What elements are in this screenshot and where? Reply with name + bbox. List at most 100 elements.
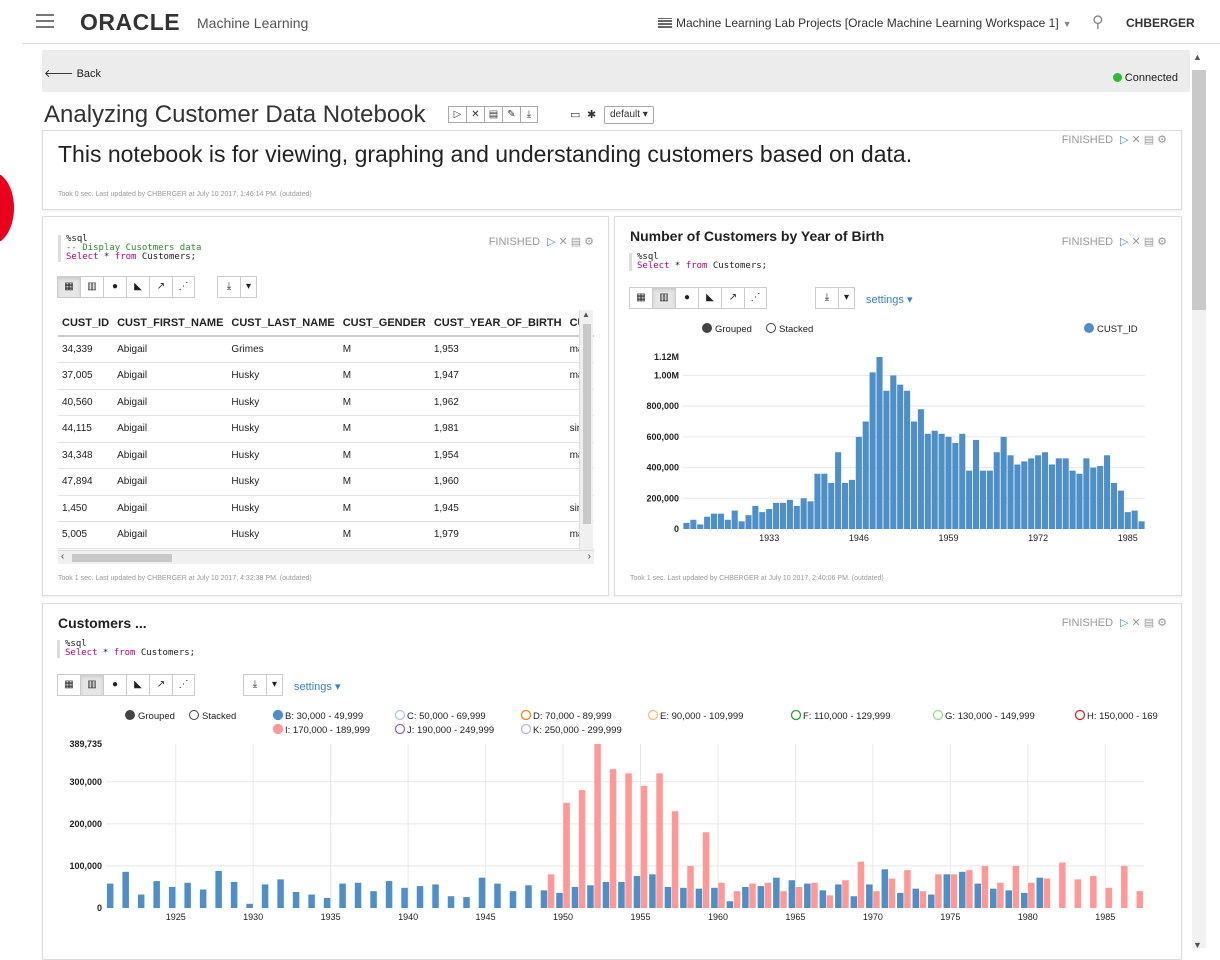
bar bbox=[710, 513, 718, 529]
sql-editor[interactable]: %sql -- Display Cusotmers data Select * … bbox=[58, 235, 201, 262]
settings-toggle[interactable]: settings ▾ bbox=[866, 293, 913, 306]
area-chart-icon[interactable]: ◣ bbox=[126, 276, 149, 298]
table-view-icon[interactable]: ▦ bbox=[57, 674, 80, 696]
bar bbox=[990, 888, 997, 908]
sql-editor[interactable]: %sql Select * from Customers; bbox=[629, 253, 767, 271]
table-row[interactable]: 5,005AbigailHuskyM1,979marr bbox=[58, 521, 594, 549]
gear-icon[interactable]: ⚙ bbox=[1157, 617, 1167, 629]
bar bbox=[1020, 892, 1028, 908]
pie-chart-icon[interactable]: ● bbox=[675, 287, 698, 309]
chevron-down-icon[interactable]: ▾ bbox=[240, 276, 257, 298]
line-chart-icon[interactable]: ↗ bbox=[149, 674, 172, 696]
chevron-left-icon[interactable]: ‹ bbox=[61, 551, 64, 562]
scroll-thumb[interactable] bbox=[72, 554, 172, 562]
run-icon[interactable]: ▷ bbox=[1120, 236, 1128, 248]
chevron-up-icon[interactable]: ▲ bbox=[1193, 52, 1202, 62]
table-view-icon[interactable]: ▦ bbox=[57, 276, 80, 298]
run-icon[interactable]: ▷ bbox=[1120, 134, 1128, 146]
table-cell: Abigail bbox=[113, 362, 228, 390]
export-button[interactable]: ⤓ bbox=[520, 106, 538, 123]
download-icon[interactable]: ⤓ bbox=[243, 674, 266, 696]
settings-toggle[interactable]: settings ▾ bbox=[294, 680, 341, 693]
bar bbox=[153, 881, 160, 908]
table-row[interactable]: 47,894 Abigail Husky M 1,960 bbox=[58, 468, 594, 496]
bar-chart-icon[interactable]: ▥ bbox=[80, 276, 103, 298]
column-header[interactable]: CUST_FIRST_NAME bbox=[113, 310, 228, 337]
scroll-thumb[interactable] bbox=[583, 324, 591, 524]
area-chart-icon[interactable]: ◣ bbox=[698, 287, 721, 309]
x-tick-label: 1975 bbox=[940, 912, 960, 922]
column-header[interactable]: CUST_LAST_NAME bbox=[227, 310, 339, 337]
table-horizontal-scrollbar[interactable]: ‹ › bbox=[58, 550, 594, 564]
bar bbox=[556, 892, 563, 908]
menu-icon[interactable] bbox=[36, 14, 54, 28]
run-icon[interactable]: ▷ bbox=[547, 236, 555, 248]
chevron-down-icon[interactable]: ▾ bbox=[266, 674, 283, 696]
table-row[interactable]: 37,005AbigailHuskyM1,947marr bbox=[58, 362, 594, 390]
clear-output-button[interactable]: ✎ bbox=[502, 106, 520, 123]
bar bbox=[749, 883, 756, 908]
pie-chart-icon[interactable]: ● bbox=[103, 276, 126, 298]
line-chart-icon[interactable]: ↗ bbox=[721, 287, 744, 309]
bar-chart-icon[interactable]: ▥ bbox=[652, 287, 675, 309]
bar bbox=[1083, 458, 1090, 529]
keyboard-icon[interactable]: ▭ bbox=[570, 108, 580, 121]
gear-icon[interactable]: ⚙ bbox=[1157, 134, 1167, 146]
column-header[interactable]: CUST_YEAR_OF_BIRTH bbox=[429, 310, 566, 337]
chevron-up-icon[interactable]: ▲ bbox=[582, 310, 590, 319]
scatter-chart-icon[interactable]: ⋰ bbox=[172, 276, 195, 298]
download-icon[interactable]: ⤓ bbox=[815, 287, 838, 309]
hide-output-button[interactable]: ▤ bbox=[484, 106, 502, 123]
column-header[interactable]: CUST_GENDER bbox=[338, 310, 430, 337]
area-chart-icon[interactable]: ◣ bbox=[126, 674, 149, 696]
chevron-down-icon[interactable]: ▼ bbox=[1193, 940, 1202, 950]
search-icon[interactable]: ⚲ bbox=[1092, 12, 1104, 32]
bar bbox=[261, 884, 269, 908]
bar bbox=[697, 524, 704, 529]
hide-code-button[interactable]: ✕ bbox=[466, 106, 484, 123]
chevron-down-icon[interactable]: ▾ bbox=[838, 287, 855, 309]
chevron-right-icon[interactable]: › bbox=[588, 551, 591, 562]
bar bbox=[1069, 470, 1076, 529]
table-row[interactable]: 34,348AbigailHuskyM1,954marr bbox=[58, 442, 594, 469]
gear-icon[interactable]: ✱ bbox=[587, 108, 596, 121]
run-icon[interactable]: ▷ bbox=[1120, 617, 1128, 629]
table-row[interactable]: 44,115AbigailHuskyM1,981sing bbox=[58, 415, 594, 443]
page-scrollbar[interactable]: ▲ ▼ bbox=[1190, 50, 1220, 960]
table-icon[interactable]: ▤ bbox=[571, 236, 581, 248]
table-row[interactable]: 34,339AbigailGrimesM1,953marr bbox=[58, 336, 594, 363]
gear-icon[interactable]: ⚙ bbox=[584, 236, 594, 248]
table-view-icon[interactable]: ▦ bbox=[629, 287, 652, 309]
hide-editor-icon[interactable]: ✕ bbox=[1132, 236, 1141, 248]
pie-chart-icon[interactable]: ● bbox=[103, 674, 126, 696]
table-icon[interactable]: ▤ bbox=[1144, 134, 1154, 146]
x-tick-label: 1980 bbox=[1018, 912, 1038, 922]
hide-editor-icon[interactable]: ✕ bbox=[559, 236, 568, 248]
hide-editor-icon[interactable]: ✕ bbox=[1132, 617, 1141, 629]
sql-editor[interactable]: %sql Select * from Customers; bbox=[57, 640, 195, 658]
project-selector[interactable]: Machine Learning Lab Projects [Oracle Ma… bbox=[658, 16, 1072, 30]
column-header[interactable]: CUST_ID bbox=[58, 310, 114, 337]
table-row[interactable]: 40,560 Abigail Husky M 1,962 bbox=[58, 389, 594, 416]
download-icon[interactable]: ⤓ bbox=[217, 276, 240, 298]
scroll-thumb[interactable] bbox=[1192, 70, 1206, 310]
table-row[interactable]: 1,450AbigailHuskyM1,945sing bbox=[58, 495, 594, 522]
bar bbox=[966, 470, 973, 529]
gear-icon[interactable]: ⚙ bbox=[1157, 236, 1167, 248]
interpreter-select[interactable]: default ▾ bbox=[604, 106, 654, 124]
user-menu[interactable]: CHBERGER bbox=[1126, 16, 1195, 30]
bar bbox=[919, 891, 927, 908]
table-icon[interactable]: ▤ bbox=[1144, 236, 1154, 248]
table-icon[interactable]: ▤ bbox=[1144, 617, 1154, 629]
bar-chart-icon[interactable]: ▥ bbox=[80, 674, 103, 696]
line-chart-icon[interactable]: ↗ bbox=[149, 276, 172, 298]
x-tick-label: 1946 bbox=[849, 533, 869, 543]
scatter-chart-icon[interactable]: ⋰ bbox=[744, 287, 767, 309]
table-vertical-scrollbar[interactable]: ▲▼ bbox=[579, 310, 593, 562]
table-cell: M bbox=[338, 415, 430, 443]
bar bbox=[821, 473, 828, 529]
scatter-chart-icon[interactable]: ⋰ bbox=[172, 674, 195, 696]
back-button[interactable]: 🡐 Back bbox=[44, 66, 101, 80]
run-all-button[interactable]: ▷ bbox=[448, 106, 466, 123]
hide-editor-icon[interactable]: ✕ bbox=[1132, 134, 1141, 146]
